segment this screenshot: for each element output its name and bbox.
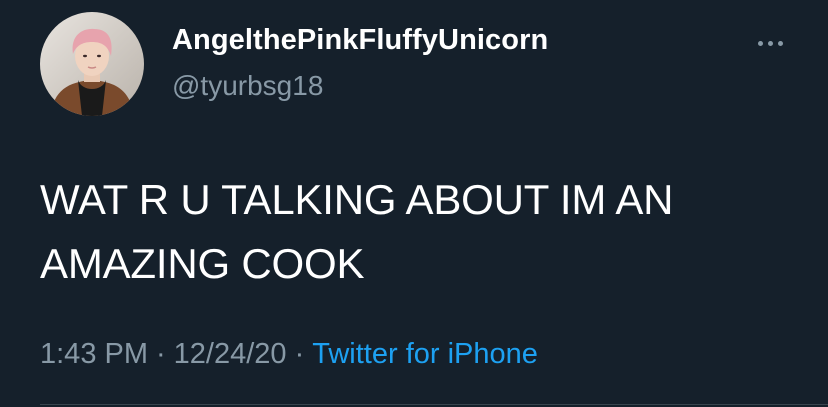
avatar[interactable] <box>40 12 144 116</box>
tweet-text: WAT R U TALKING ABOUT IM AN AMAZING COOK <box>40 176 674 287</box>
more-horizontal-icon-dot <box>777 40 783 46</box>
more-options-button[interactable] <box>748 28 792 58</box>
tweet-card: AngelthePinkFluffyUnicorn @tyurbsg18 WAT… <box>0 0 828 407</box>
divider <box>40 404 828 405</box>
tweet-source-link[interactable]: Twitter for iPhone <box>312 338 538 370</box>
meta-separator: · <box>294 338 305 370</box>
author-handle[interactable]: @tyurbsg18 <box>172 70 323 102</box>
avatar-photo <box>40 12 144 116</box>
tweet-date[interactable]: 12/24/20 <box>174 338 287 370</box>
more-horizontal-icon <box>757 40 763 46</box>
more-horizontal-icon-dot <box>767 40 773 46</box>
tweet-metadata: 1:43 PM · 12/24/20 · Twitter for iPhone <box>40 338 538 371</box>
tweet-time[interactable]: 1:43 PM <box>40 338 148 370</box>
meta-separator: · <box>156 338 166 370</box>
author-display-name[interactable]: AngelthePinkFluffyUnicorn <box>172 24 548 57</box>
